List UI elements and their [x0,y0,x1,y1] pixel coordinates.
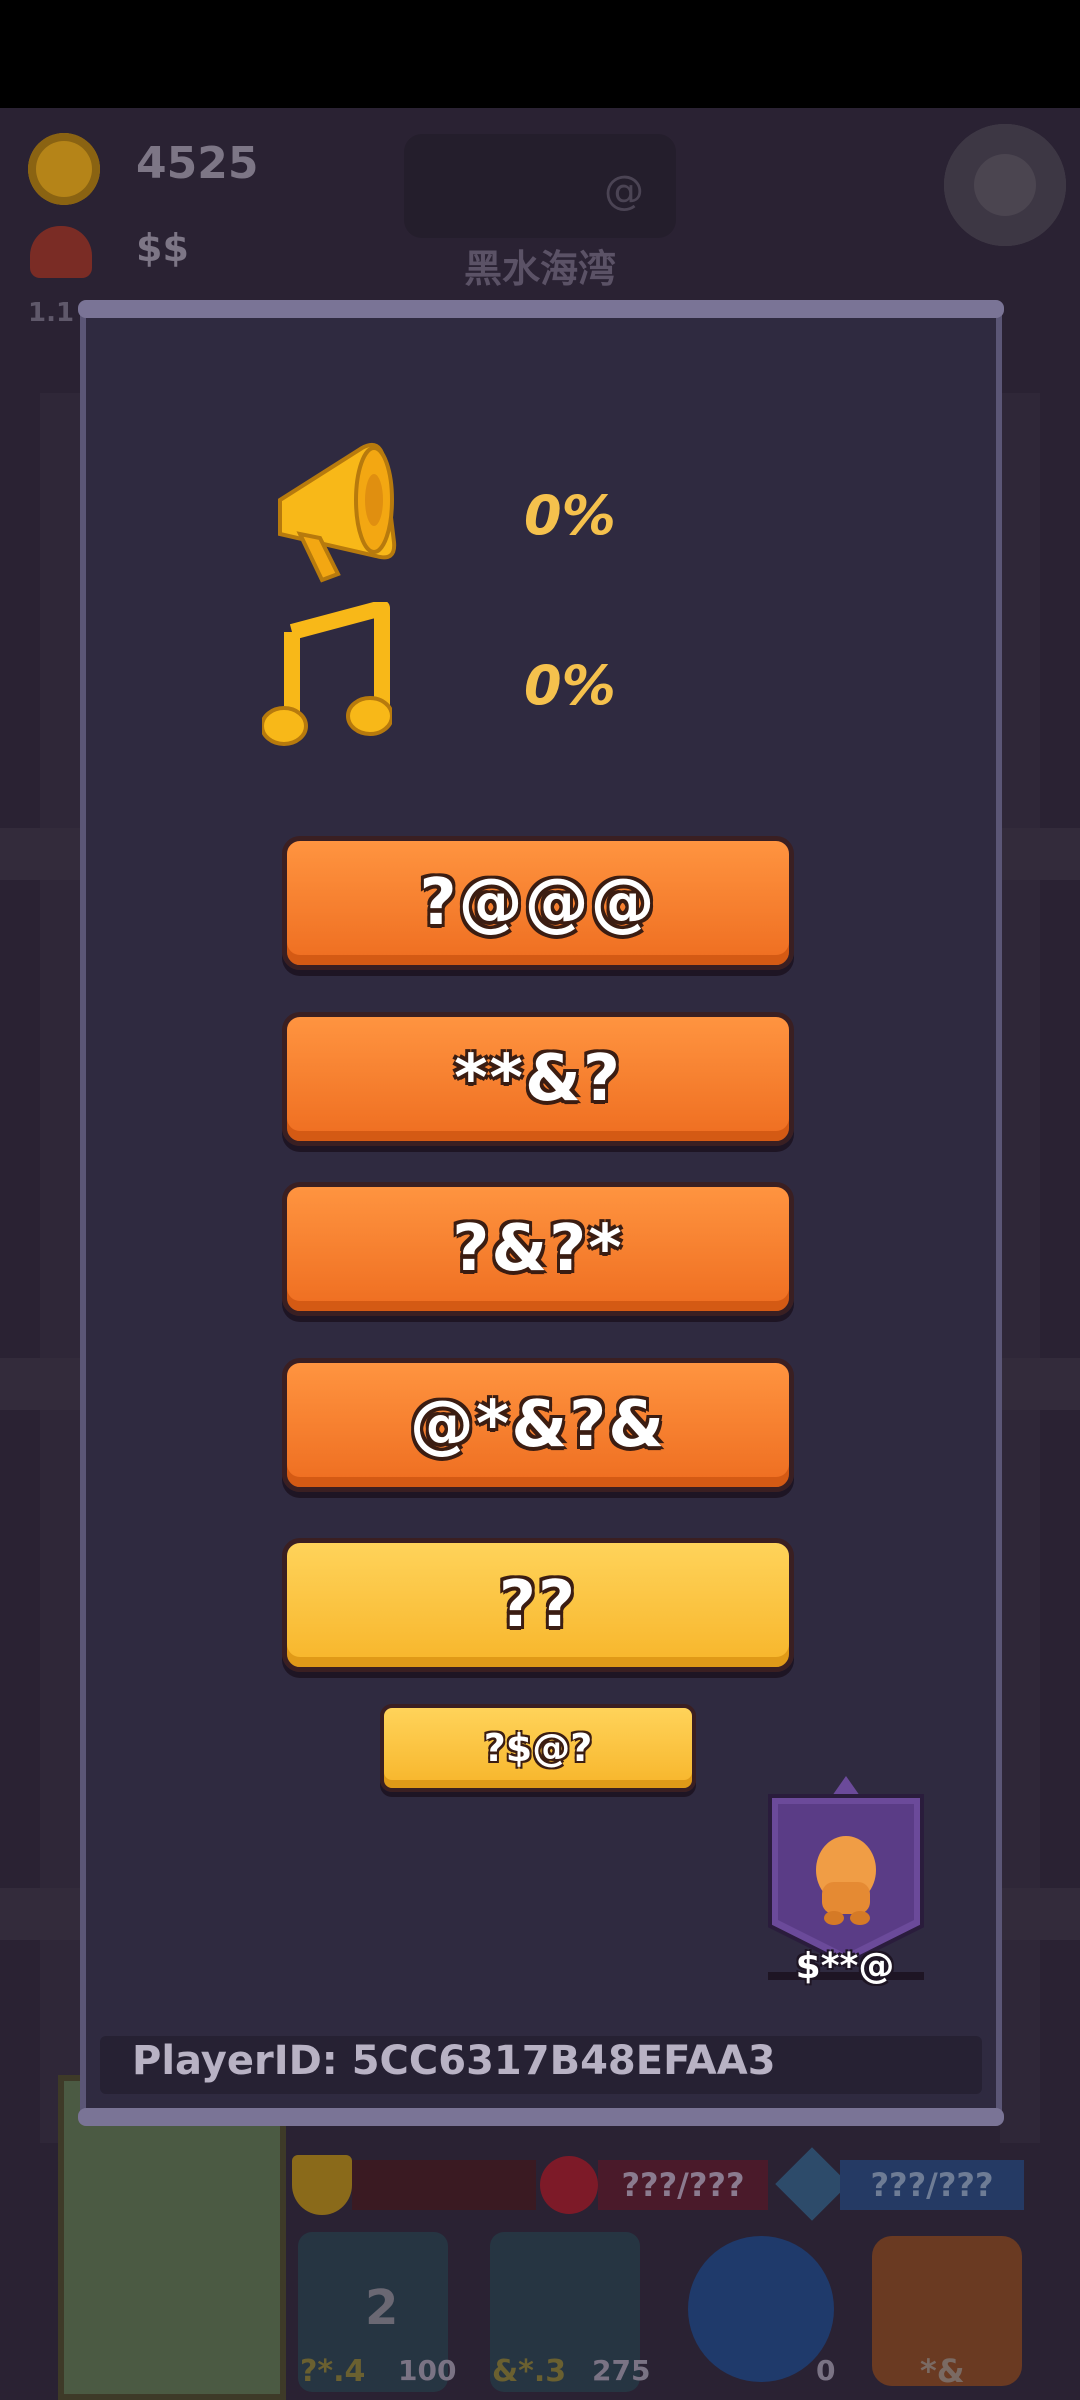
small-yellow-button[interactable]: ?$@? [380,1704,696,1792]
dialog-top-edge [78,300,1004,318]
player-id: PlayerID: 5CC6317B48EFAA3 [132,2038,776,2084]
menu-button-5[interactable]: ?? [282,1538,794,1672]
coin-icon [28,133,100,205]
level-hint: 1.1 [28,298,75,328]
menu-button-4[interactable]: @*&?& [282,1358,794,1492]
hp-value: ???/??? [598,2160,768,2210]
slot1-count: 2 [365,2280,399,2336]
gear-icon[interactable] [944,124,1066,246]
location-symbol: @ [604,168,644,214]
music-note-icon[interactable] [262,602,392,752]
heart-icon [540,2156,598,2214]
menu-button-2[interactable]: **&? [282,1012,794,1146]
location-name: 黑水海湾 [463,247,616,291]
bag-label: *& [920,2352,965,2390]
character-label: $**@ [795,1946,895,1987]
target-icon[interactable] [688,2236,834,2382]
mp-value: ???/??? [840,2160,1024,2210]
background-wall [40,393,80,2143]
slot2-value: 275 [592,2354,651,2387]
helmet-icon [30,226,92,278]
coin-count: 4525 [136,138,259,189]
slot3-value: 0 [816,2354,836,2387]
money-text: $$ [136,226,189,270]
slot2-label: &*.3 [492,2354,567,2389]
speaker-icon[interactable] [262,430,402,590]
music-volume: 0% [524,654,616,717]
armor-bar [352,2160,536,2210]
menu-button-3[interactable]: ?&?* [282,1182,794,1316]
background-wall [1000,393,1040,2143]
menu-button-1[interactable]: ?@@@ [282,836,794,970]
slot1-label: ?*.4 [300,2354,366,2389]
shield-icon [292,2155,352,2215]
status-bar [0,0,1080,108]
slot1-value: 100 [398,2354,457,2387]
sound-volume: 0% [524,484,616,547]
dialog-bottom-edge [78,2108,1004,2126]
